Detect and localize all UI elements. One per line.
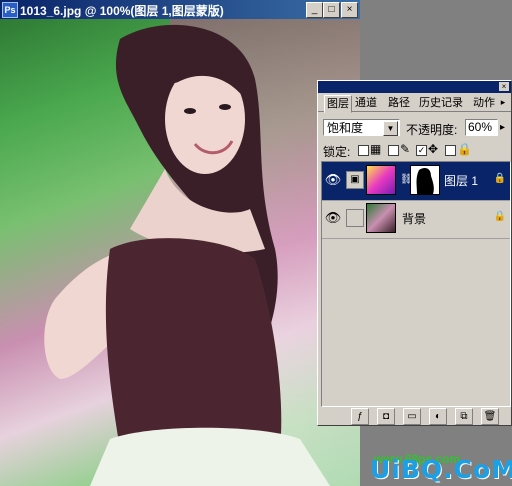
blend-mode-value: 饱和度 [327,121,364,135]
image-canvas[interactable] [0,19,360,486]
eye-icon[interactable]: 👁 [324,171,342,189]
trash-icon[interactable]: 🗑 [481,408,499,425]
photo-subject [44,24,330,486]
layer-name[interactable]: 背景 [402,210,426,227]
minimize-button[interactable]: _ [306,2,323,18]
lock-image-checkbox[interactable] [388,145,399,156]
folder-icon[interactable]: ▭ [403,408,421,425]
layer-name[interactable]: 图层 1 [444,172,478,189]
document-title-bar[interactable]: Ps 1013_6.jpg @ 100%(图层 1,图层蒙版) _ □ × [0,0,360,19]
layer-mask-thumbnail[interactable] [410,165,440,195]
mask-shape-icon [416,168,434,194]
maximize-button[interactable]: □ [323,2,340,18]
opacity-slider-arrow-icon[interactable]: ▸ [500,122,505,133]
lock-transparency-checkbox[interactable] [358,145,369,156]
document-title: 1013_6.jpg @ 100%(图层 1,图层蒙版) [20,4,224,18]
layer-lock-icon: 🔒 [493,211,506,222]
palette-close-icon[interactable]: × [499,82,509,91]
lock-position-checkbox[interactable]: ✓ [416,145,427,156]
blend-mode-select[interactable]: 饱和度 ▼ [323,119,400,136]
layers-palette: × 图层 通道 路径 历史记录 动作 ▸ 饱和度 ▼ 不透明度: 60% ▸ 锁… [317,80,512,466]
opacity-label: 不透明度: [406,123,458,137]
blend-row: 饱和度 ▼ 不透明度: 60% ▸ [318,117,511,139]
eye-icon[interactable]: 👁 [324,209,342,227]
tab-history[interactable]: 历史记录 [419,95,463,111]
layer-row-layer1[interactable]: 👁 ▣ ⛓ 图层 1 🔒 [322,162,510,201]
layer-thumbnail[interactable] [366,203,396,233]
link-slot-icon[interactable] [346,209,364,227]
lock-label: 锁定: [323,145,351,159]
palette-title-bar[interactable]: × [318,81,511,93]
layer-lock-icon: 🔒 [493,173,506,184]
adjustment-icon[interactable]: ◐ [429,408,447,425]
palette-menu-icon[interactable]: ▸ [497,97,509,108]
lock-all-checkbox[interactable] [445,145,456,156]
brush-icon: ✎ [400,142,411,156]
page-watermark: UiBQ.CoM [370,455,512,484]
transparency-icon: ▦ [370,142,382,156]
move-icon: ✥ [428,142,439,156]
palette-tabs: 图层 通道 路径 历史记录 动作 ▸ [318,93,511,113]
layer-row-background[interactable]: 👁 背景 🔒 [322,200,510,239]
lock-row: 锁定: ▦ ✎ ✓ ✥ 🔒 [318,141,511,159]
ps-icon: Ps [2,2,18,18]
mask-icon[interactable]: ◘ [377,408,395,425]
tab-channels[interactable]: 通道 [355,95,377,111]
layer-thumbnail[interactable] [366,165,396,195]
tab-paths[interactable]: 路径 [388,95,410,111]
mask-mode-icon[interactable]: ▣ [346,171,364,189]
layer-style-icon[interactable]: ƒ [351,408,369,425]
palette-bottom-bar: ƒ ◘ ▭ ◐ ⧉ 🗑 [321,407,509,425]
lock-icon: 🔒 [457,142,472,156]
opacity-input[interactable]: 60% [465,119,498,136]
layers-list: 👁 ▣ ⛓ 图层 1 🔒 👁 背景 🔒 www.68ps.com [321,161,511,466]
document-window: Ps 1013_6.jpg @ 100%(图层 1,图层蒙版) _ □ × [0,0,360,486]
new-layer-icon[interactable]: ⧉ [455,408,473,425]
tab-actions[interactable]: 动作 [473,95,495,111]
close-button[interactable]: × [341,2,358,18]
chevron-down-icon[interactable]: ▼ [383,121,398,136]
tab-layers[interactable]: 图层 [324,95,352,113]
